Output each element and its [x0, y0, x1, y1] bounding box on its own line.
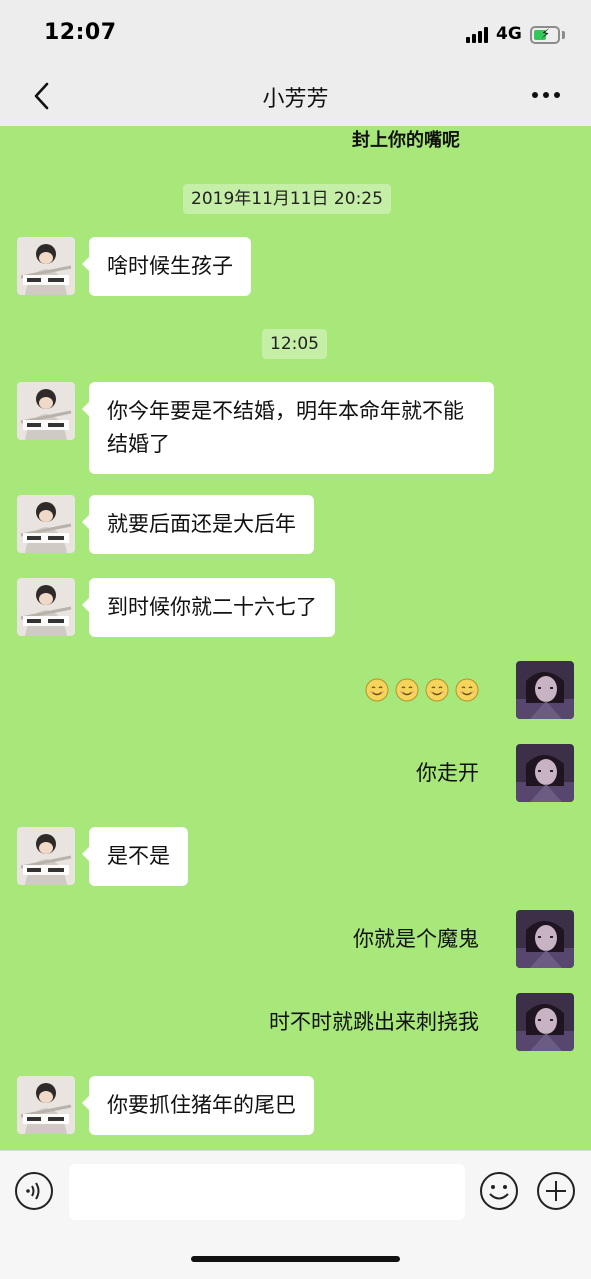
my-avatar[interactable]: [516, 661, 574, 719]
contact-avatar[interactable]: [17, 827, 75, 885]
message-bubble-incoming[interactable]: 是不是: [82, 827, 188, 886]
battery-icon: ⚡: [530, 26, 560, 44]
message-input[interactable]: [69, 1164, 465, 1220]
more-dots-icon: [532, 92, 560, 98]
chat-header: 小芳芳: [0, 68, 591, 126]
chat-messages[interactable]: 封上你的嘴呢 2019年11月11日 20:25 啥时候生孩子 12:05 你今…: [0, 126, 591, 1150]
chat-title: 小芳芳: [262, 87, 329, 112]
message-bubble-incoming[interactable]: 你今年要是不结婚，明年本命年就不能结婚了: [82, 382, 494, 474]
timestamp: 12:05: [262, 329, 327, 359]
status-bar: 12:07 4G ⚡: [0, 0, 591, 68]
contact-avatar[interactable]: [17, 237, 75, 295]
battery-tip: [562, 31, 565, 39]
my-avatar[interactable]: [516, 910, 574, 968]
contact-avatar[interactable]: [17, 1076, 75, 1134]
message-bubble-incoming[interactable]: 就要后面还是大后年: [82, 495, 314, 554]
plus-icon: [537, 1172, 575, 1210]
voice-icon: [15, 1172, 53, 1210]
more-button[interactable]: [530, 82, 562, 108]
message-outgoing[interactable]: 你走开: [416, 757, 479, 790]
smile-emoji-icon: [425, 678, 449, 702]
smile-emoji-icon: [455, 678, 479, 702]
message-outgoing[interactable]: 时不时就跳出来刺挠我: [269, 1006, 479, 1039]
my-avatar[interactable]: [516, 993, 574, 1051]
my-avatar[interactable]: [516, 744, 574, 802]
smile-emoji-icon: [395, 678, 419, 702]
message-bubble-incoming[interactable]: 啥时候生孩子: [82, 237, 251, 296]
sticker-caption: 封上你的嘴呢: [352, 130, 460, 151]
status-time: 12:07: [44, 20, 117, 45]
emoji-message[interactable]: [365, 678, 479, 702]
message-outgoing[interactable]: 你就是个魔鬼: [353, 923, 479, 956]
emoji-button[interactable]: [479, 1171, 519, 1211]
message-bubble-incoming[interactable]: 你要抓住猪年的尾巴: [82, 1076, 314, 1135]
voice-button[interactable]: [14, 1171, 54, 1211]
message-bubble-incoming[interactable]: 到时候你就二十六七了: [82, 578, 335, 637]
more-functions-button[interactable]: [536, 1171, 576, 1211]
contact-avatar[interactable]: [17, 495, 75, 553]
timestamp: 2019年11月11日 20:25: [183, 184, 391, 214]
home-indicator[interactable]: [191, 1256, 400, 1262]
signal-strength-icon: [466, 27, 490, 43]
network-type: 4G: [496, 24, 522, 44]
smile-emoji-icon: [365, 678, 389, 702]
contact-avatar[interactable]: [17, 578, 75, 636]
contact-avatar[interactable]: [17, 382, 75, 440]
emoji-icon: [480, 1172, 518, 1210]
